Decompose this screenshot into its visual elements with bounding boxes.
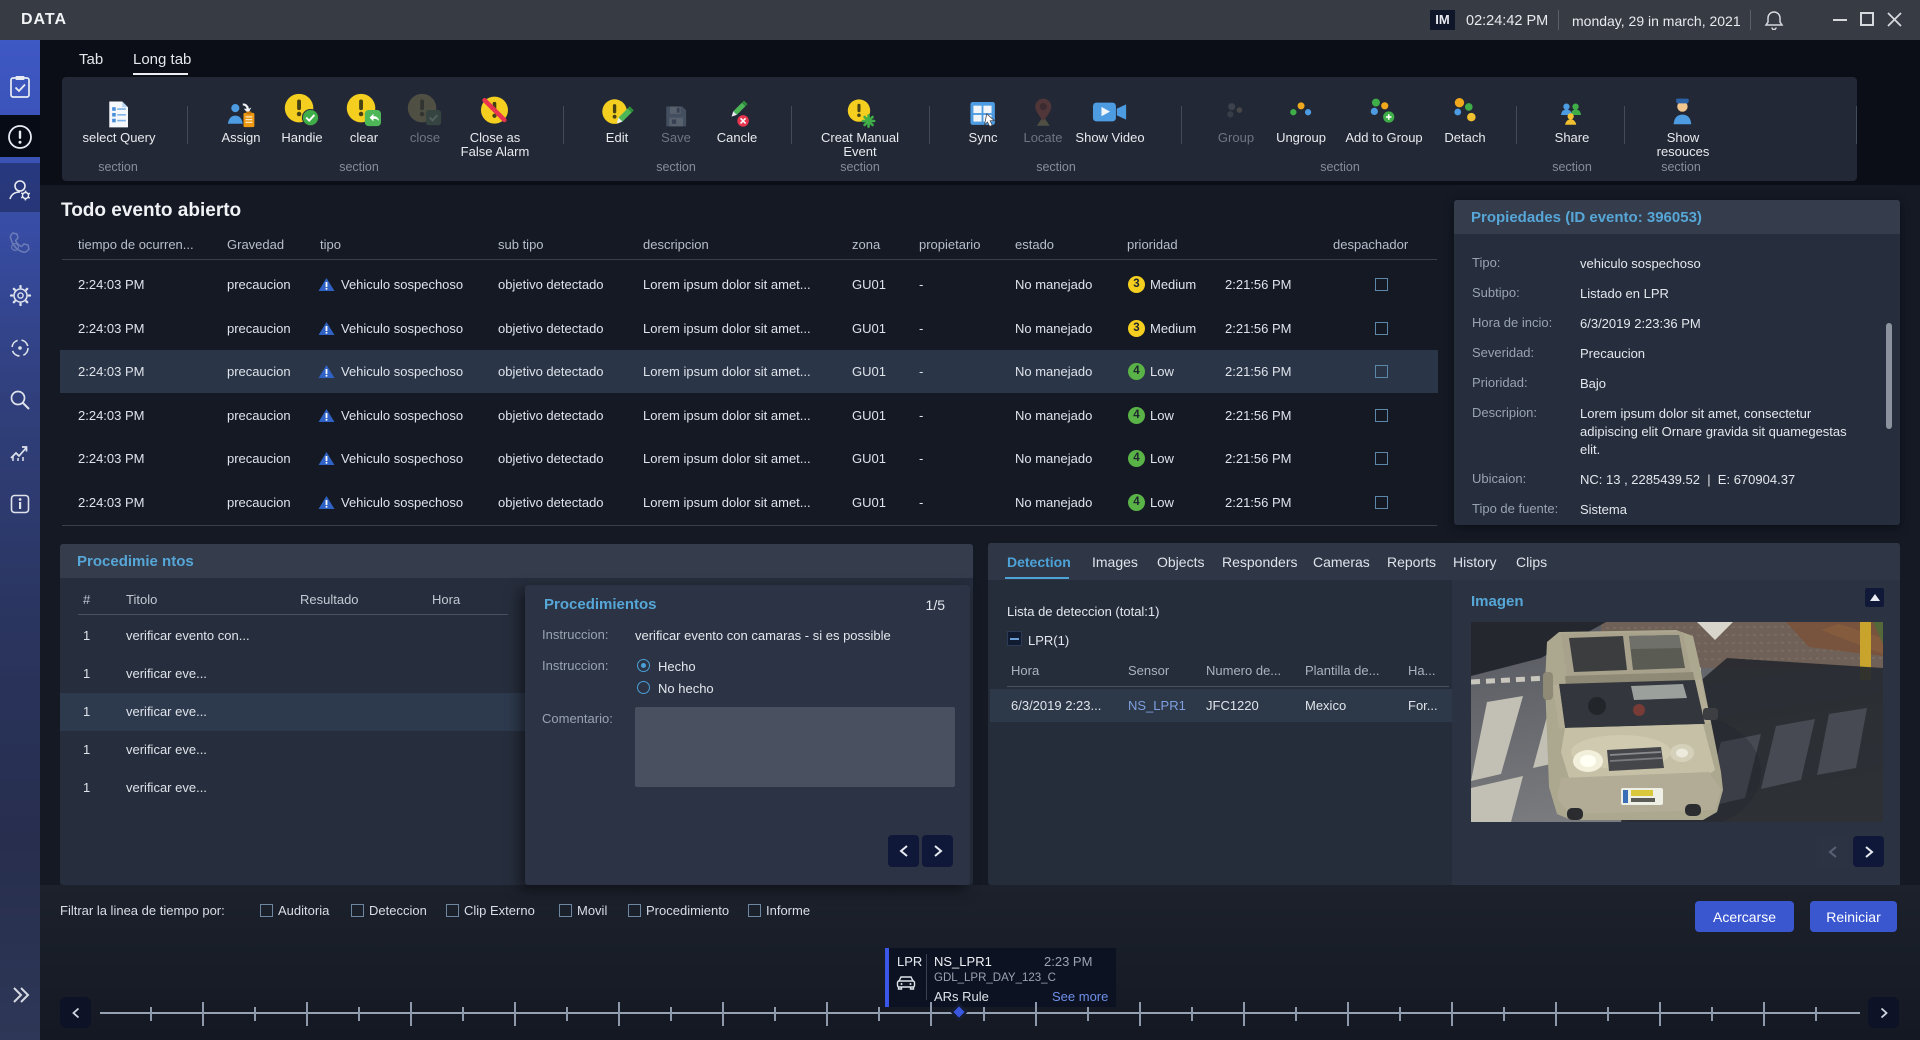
svg-text:!: ! xyxy=(14,244,16,251)
